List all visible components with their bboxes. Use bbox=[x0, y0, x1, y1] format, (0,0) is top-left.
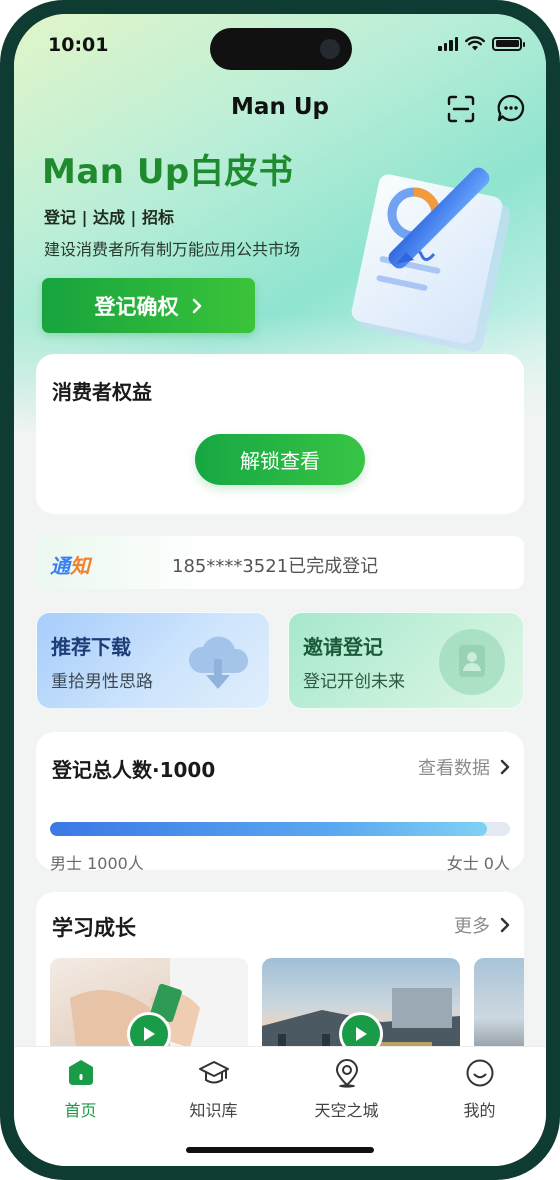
consumer-rights-card: 消费者权益 解锁查看 bbox=[36, 354, 524, 514]
hero-tags: 登记 | 达成 | 招标 bbox=[44, 208, 174, 227]
phone-frame: 10:01 Man Up Man Up白皮书 登记 | 达成 | 招标 建设消费… bbox=[0, 0, 560, 1180]
hero-title: Man Up白皮书 bbox=[42, 152, 294, 192]
scan-icon[interactable] bbox=[446, 94, 476, 124]
home-indicator bbox=[186, 1147, 374, 1153]
hero-subtitle: 建设消费者所有制万能应用公共市场 bbox=[44, 240, 301, 259]
tab-label: 我的 bbox=[463, 1101, 496, 1120]
recommend-download-card[interactable]: 推荐下载 重拾男性思路 bbox=[36, 612, 270, 709]
graduation-cap-icon bbox=[198, 1061, 229, 1084]
promo-title: 推荐下载 bbox=[51, 635, 131, 659]
battery-icon bbox=[492, 36, 525, 51]
chat-bubble-icon[interactable] bbox=[496, 93, 526, 123]
whitepaper-illustration bbox=[351, 167, 511, 352]
tab-sky-city[interactable]: 天空之城 bbox=[280, 1053, 413, 1123]
female-count: 女士 0人 bbox=[446, 854, 510, 873]
learning-title: 学习成长 bbox=[52, 916, 136, 940]
chevron-right-icon bbox=[500, 917, 510, 933]
wifi-icon bbox=[465, 36, 485, 51]
chevron-right-icon bbox=[500, 759, 510, 775]
register-rights-button[interactable]: 登记确权 bbox=[42, 278, 255, 333]
male-count: 男士 1000人 bbox=[50, 854, 144, 873]
more-link[interactable]: 更多 bbox=[454, 912, 510, 938]
dynamic-island bbox=[210, 28, 352, 70]
invite-register-card[interactable]: 邀请登记 登记开创未来 bbox=[288, 612, 524, 709]
rights-card-title: 消费者权益 bbox=[52, 380, 152, 404]
app-screen: 10:01 Man Up Man Up白皮书 登记 | 达成 | 招标 建设消费… bbox=[14, 14, 546, 1166]
contact-card-icon bbox=[439, 629, 505, 695]
tab-home[interactable]: 首页 bbox=[14, 1053, 147, 1123]
notice-label-part2: 知 bbox=[70, 554, 90, 578]
notice-label: 通知 bbox=[50, 550, 90, 579]
location-pin-icon bbox=[335, 1059, 358, 1088]
view-data-link[interactable]: 查看数据 bbox=[418, 754, 510, 780]
tab-label: 首页 bbox=[64, 1101, 97, 1120]
notice-label-part1: 通 bbox=[50, 554, 70, 578]
register-button-label: 登记确权 bbox=[94, 294, 179, 319]
stats-title: 登记总人数·1000 bbox=[52, 758, 216, 782]
home-icon bbox=[68, 1060, 93, 1085]
cloud-download-icon bbox=[188, 636, 249, 689]
tab-label: 知识库 bbox=[189, 1101, 238, 1120]
chevron-right-icon bbox=[192, 298, 201, 313]
promo-title: 邀请登记 bbox=[303, 635, 383, 659]
gender-progress-bar bbox=[50, 822, 510, 836]
male-progress-fill bbox=[50, 822, 487, 836]
registration-stats-card: 登记总人数·1000 查看数据 男士 1000人 女士 0人 bbox=[36, 732, 524, 873]
cellular-signal-icon bbox=[438, 36, 458, 51]
unlock-view-button[interactable]: 解锁查看 bbox=[195, 434, 365, 485]
status-icons bbox=[438, 36, 525, 51]
camera-icon bbox=[320, 39, 340, 59]
more-label: 更多 bbox=[454, 916, 490, 937]
promo-subtitle: 重拾男性思路 bbox=[51, 672, 153, 692]
promo-subtitle: 登记开创未来 bbox=[303, 672, 405, 692]
tab-knowledge-base[interactable]: 知识库 bbox=[147, 1053, 280, 1123]
tab-label: 天空之城 bbox=[314, 1101, 379, 1120]
smiley-profile-icon bbox=[466, 1059, 493, 1087]
status-time: 10:01 bbox=[48, 34, 109, 56]
notice-bar[interactable]: 通知 185****3521已完成登记 bbox=[36, 536, 524, 589]
notice-text: 185****3521已完成登记 bbox=[172, 556, 379, 577]
tab-mine[interactable]: 我的 bbox=[413, 1053, 546, 1123]
view-data-label: 查看数据 bbox=[418, 758, 490, 779]
